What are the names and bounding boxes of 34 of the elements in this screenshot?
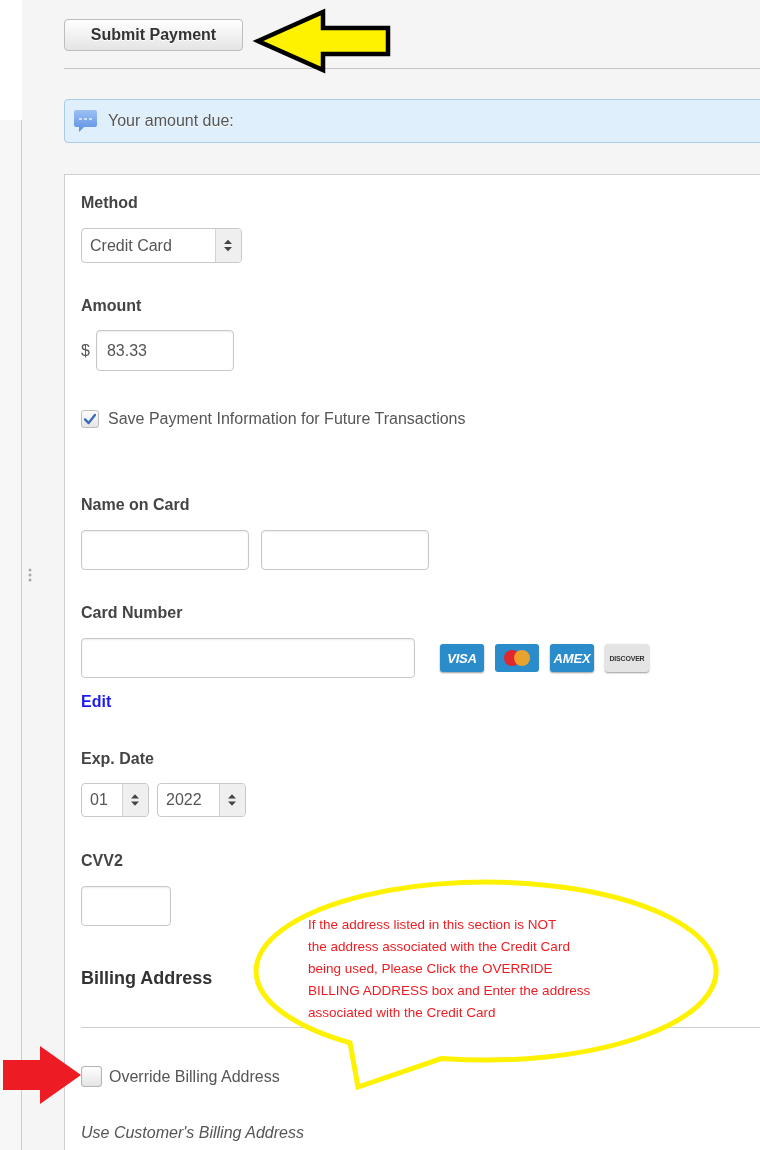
overlapping-circles-card-icon	[495, 644, 539, 672]
first-name-input[interactable]	[81, 530, 249, 570]
field-label: CVV2	[81, 851, 123, 871]
checkbox[interactable]	[81, 1066, 102, 1087]
up-down-arrows-icon	[215, 229, 241, 262]
last-name-input[interactable]	[261, 530, 429, 570]
amount-due-text: Your amount due:	[108, 112, 234, 130]
field-label: Exp. Date	[81, 749, 154, 769]
right-arrow-icon	[3, 1046, 81, 1104]
edit-link[interactable]: Edit	[81, 692, 112, 712]
year-select[interactable]: 2022	[157, 783, 246, 817]
checkbox-label: Save Payment Information for Future Transactions	[108, 409, 466, 429]
billing-note-text: Use Customer's Billing Address	[81, 1123, 304, 1143]
section-heading: Billing Address	[81, 967, 213, 989]
month-select[interactable]: 01	[81, 783, 149, 817]
submit-payment-button[interactable]: Submit Payment	[64, 19, 243, 51]
field-label: Method	[81, 193, 138, 213]
card-brand-logo: AMEX	[550, 644, 594, 672]
cvv-input[interactable]	[81, 886, 171, 926]
field-label: Card Number	[81, 603, 183, 623]
field-label: Name on Card	[81, 495, 190, 515]
checkbox-label: Override Billing Address	[109, 1066, 280, 1087]
drag-handle-icon[interactable]	[28, 568, 32, 582]
amount-input[interactable]: 83.33	[95, 330, 234, 371]
currency-symbol: $	[81, 340, 90, 361]
card-number-input[interactable]	[81, 638, 415, 678]
up-down-arrows-icon	[219, 784, 245, 816]
field-label: Amount	[81, 296, 142, 316]
card-brand-logo: VISA	[440, 644, 484, 672]
chat-bubble-icon	[73, 109, 98, 133]
checkbox[interactable]	[81, 410, 99, 428]
up-down-arrows-icon	[122, 784, 148, 816]
callout-text: If the address listed in this section is NOT the address associated with the Credit Card being used, Please Click the OVERRIDE BILLING ADDRESS box and Enter the address associated with the Credit Card	[308, 916, 591, 1022]
method-select[interactable]: Credit Card	[81, 228, 242, 263]
